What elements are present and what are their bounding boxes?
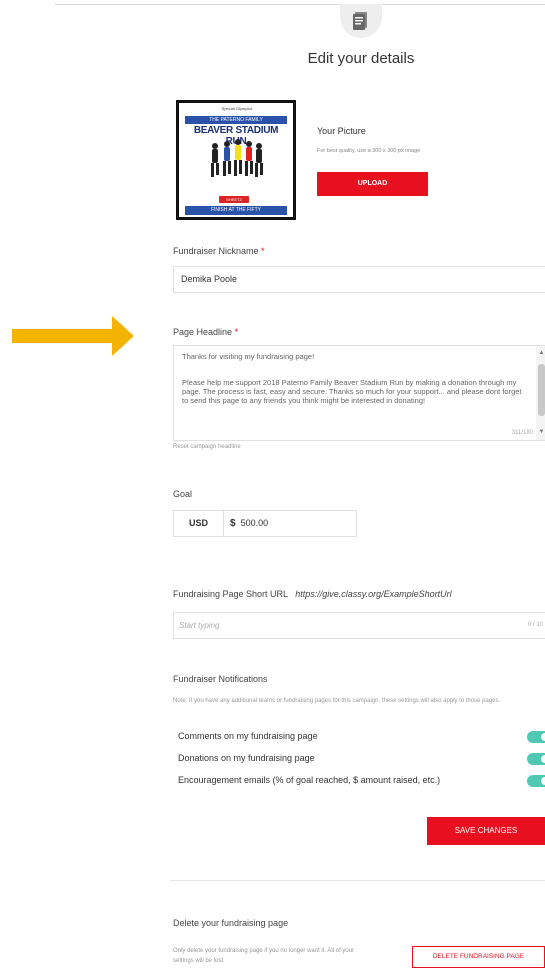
picture-family-banner: THE PATERNO FAMILY — [185, 116, 287, 124]
goal-label: Goal — [173, 489, 193, 499]
notification-comments-label: Comments on my fundraising page — [178, 731, 318, 741]
upload-button[interactable]: UPLOAD — [317, 172, 428, 196]
dollar-sign: $ — [230, 518, 236, 529]
short-url-placeholder: Start typing — [179, 621, 220, 630]
short-url-label-text: Fundraising Page Short URL — [173, 589, 288, 599]
runners-illustration — [211, 139, 263, 177]
nickname-input[interactable]: Demika Poole — [173, 266, 545, 293]
scroll-up-icon[interactable]: ▲ — [538, 350, 545, 357]
short-url-value: https://give.classy.org/ExampleShortUrl — [295, 589, 452, 599]
pointer-arrow-icon — [12, 316, 134, 356]
picture-sponsor: SHEETZ — [219, 196, 249, 203]
headline-label-text: Page Headline — [173, 327, 233, 337]
goal-input[interactable]: USD $ 500.00 — [173, 510, 357, 537]
reset-headline-link[interactable]: Reset campaign headline — [173, 444, 241, 450]
delete-page-button[interactable]: DELETE FUNDRAISING PAGE — [412, 946, 545, 968]
notification-encouragement-label: Encouragement emails (% of goal reached,… — [178, 775, 441, 785]
headline-label: Page Headline * — [173, 327, 238, 337]
picture-hint: For best quality, use a 300 x 300 px ima… — [317, 148, 421, 154]
top-divider — [55, 4, 545, 5]
delete-section-title: Delete your fundraising page — [173, 918, 289, 928]
notifications-note: Note: If you have any additional teams o… — [173, 698, 501, 704]
headline-textarea[interactable]: Thanks for visiting my fundraising page!… — [173, 345, 545, 441]
required-mark: * — [234, 327, 239, 337]
scroll-thumb[interactable] — [538, 364, 545, 416]
delete-section-note: Only delete your fundraising page if you… — [173, 948, 355, 964]
save-changes-button[interactable]: SAVE CHANGES — [427, 817, 545, 845]
document-icon-glyph — [353, 12, 367, 30]
picture-label: Your Picture — [317, 126, 366, 136]
document-icon — [340, 4, 382, 38]
short-url-char-count: 0 / 10 — [527, 622, 543, 628]
short-url-input[interactable]: Start typing 0 / 10 — [173, 612, 545, 639]
notifications-title: Fundraiser Notifications — [173, 674, 268, 684]
notification-encouragement-toggle[interactable] — [527, 775, 545, 787]
goal-currency[interactable]: USD — [174, 511, 224, 536]
picture-finish-banner: FINISH AT THE FIFTY — [185, 206, 287, 215]
headline-char-count: 311/180 — [511, 430, 533, 436]
notification-comments-toggle[interactable] — [527, 731, 545, 743]
textarea-scrollbar[interactable]: ▲ ▼ — [536, 346, 545, 440]
short-url-label: Fundraising Page Short URL https://give.… — [173, 589, 452, 599]
section-divider — [170, 880, 545, 881]
headline-line-1: Thanks for visiting my fundraising page! — [182, 352, 315, 361]
goal-amount[interactable]: 500.00 — [236, 511, 269, 536]
profile-picture[interactable]: Special Olympics THE PATERNO FAMILY BEAV… — [176, 100, 296, 220]
scroll-down-icon[interactable]: ▼ — [538, 429, 545, 436]
page-title: Edit your details — [307, 50, 415, 67]
headline-line-2: Please help me support 2018 Paterno Fami… — [182, 378, 522, 405]
nickname-label-text: Fundraiser Nickname — [173, 246, 259, 256]
notification-donations-label: Donations on my fundraising page — [178, 753, 315, 763]
notification-donations-toggle[interactable] — [527, 753, 545, 765]
picture-logo-text: Special Olympics — [221, 106, 253, 111]
nickname-label: Fundraiser Nickname * — [173, 246, 265, 256]
required-mark: * — [261, 246, 265, 256]
